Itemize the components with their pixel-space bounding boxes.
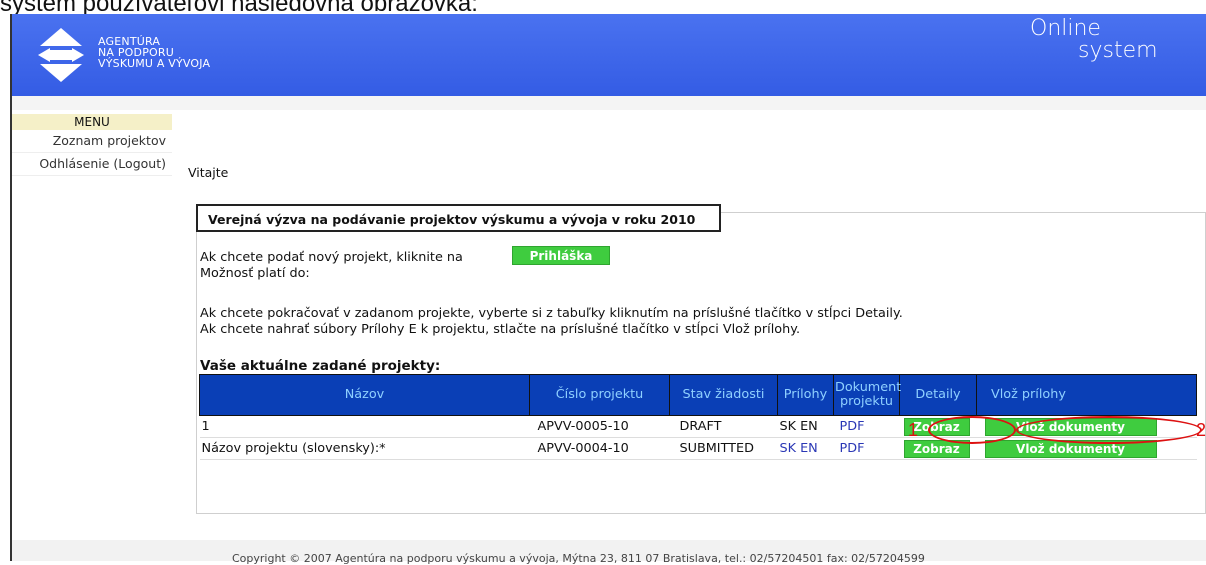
menu-item-project-list[interactable]: Zoznam projektov [12,130,172,153]
header-separator [12,96,1206,110]
menu-title: MENU [12,114,172,130]
project-status: SUBMITTED [669,437,778,460]
col-header-upload: Vlož prílohy [976,374,1197,416]
brand-online: Online [1030,16,1101,41]
annotation-marker-2: 2 [1196,420,1206,440]
projects-table: Názov Číslo projektu Stav žiadosti Prílo… [199,374,1197,460]
project-name: Názov projektu (slovensky):* [199,437,530,460]
welcome-text: Vitajte [188,165,229,180]
instruction-upload: Ak chcete nahrať súbory Prílohy E k proj… [200,322,801,337]
pdf-link[interactable]: PDF [833,415,900,438]
agency-logo-icon [38,28,84,82]
attachments-links: SK EN [777,415,834,438]
table-row: Názov projektu (slovensky):* APVV-0004-1… [199,437,1197,460]
col-header-status: Stav žiadosti [669,374,778,416]
col-header-number: Číslo projektu [529,374,670,416]
pdf-link[interactable]: PDF [833,437,900,460]
col-header-details: Detaily [899,374,977,416]
projects-table-title: Vaše aktuálne zadané projekty: [200,358,441,374]
annotation-ellipse-1 [928,416,1016,444]
application-button[interactable]: Prihláška [512,246,610,265]
call-title: Verejná výzva na podávanie projektov výs… [196,204,721,232]
col-header-document: Dokument projektu [833,374,901,416]
project-number: APVV-0005-10 [529,415,670,438]
project-status: DRAFT [669,415,778,438]
footer-copyright: Copyright © 2007 Agentúra na podporu výs… [232,552,925,565]
valid-until-label: Možnosť platí do: [200,266,310,281]
new-project-prompt: Ak chcete podať nový projekt, kliknite n… [200,250,463,265]
project-name: 1 [199,415,530,438]
attachments-links[interactable]: SK EN [777,437,834,460]
table-header-row: Názov Číslo projektu Stav žiadosti Prílo… [199,374,1197,416]
annotation-marker-1: 1 [908,420,919,440]
instruction-continue: Ak chcete pokračovať v zadanom projekte,… [200,306,903,321]
site-header: AGENTÚRA NA PODPORU VÝSKUMU A VÝVOJA [12,14,1206,96]
side-menu: MENU Zoznam projektov Odhlásenie (Logout… [12,114,172,176]
annotation-ellipse-2 [1016,416,1202,444]
menu-item-logout[interactable]: Odhlásenie (Logout) [12,153,172,176]
col-header-attachments: Prílohy [777,374,834,416]
col-header-name: Názov [199,374,530,416]
agency-name-line: VÝSKUMU A VÝVOJA [98,57,211,70]
project-number: APVV-0004-10 [529,437,670,460]
agency-name: AGENTÚRA NA PODPORU VÝSKUMU A VÝVOJA [98,36,210,69]
brand-system: system [1078,38,1158,63]
